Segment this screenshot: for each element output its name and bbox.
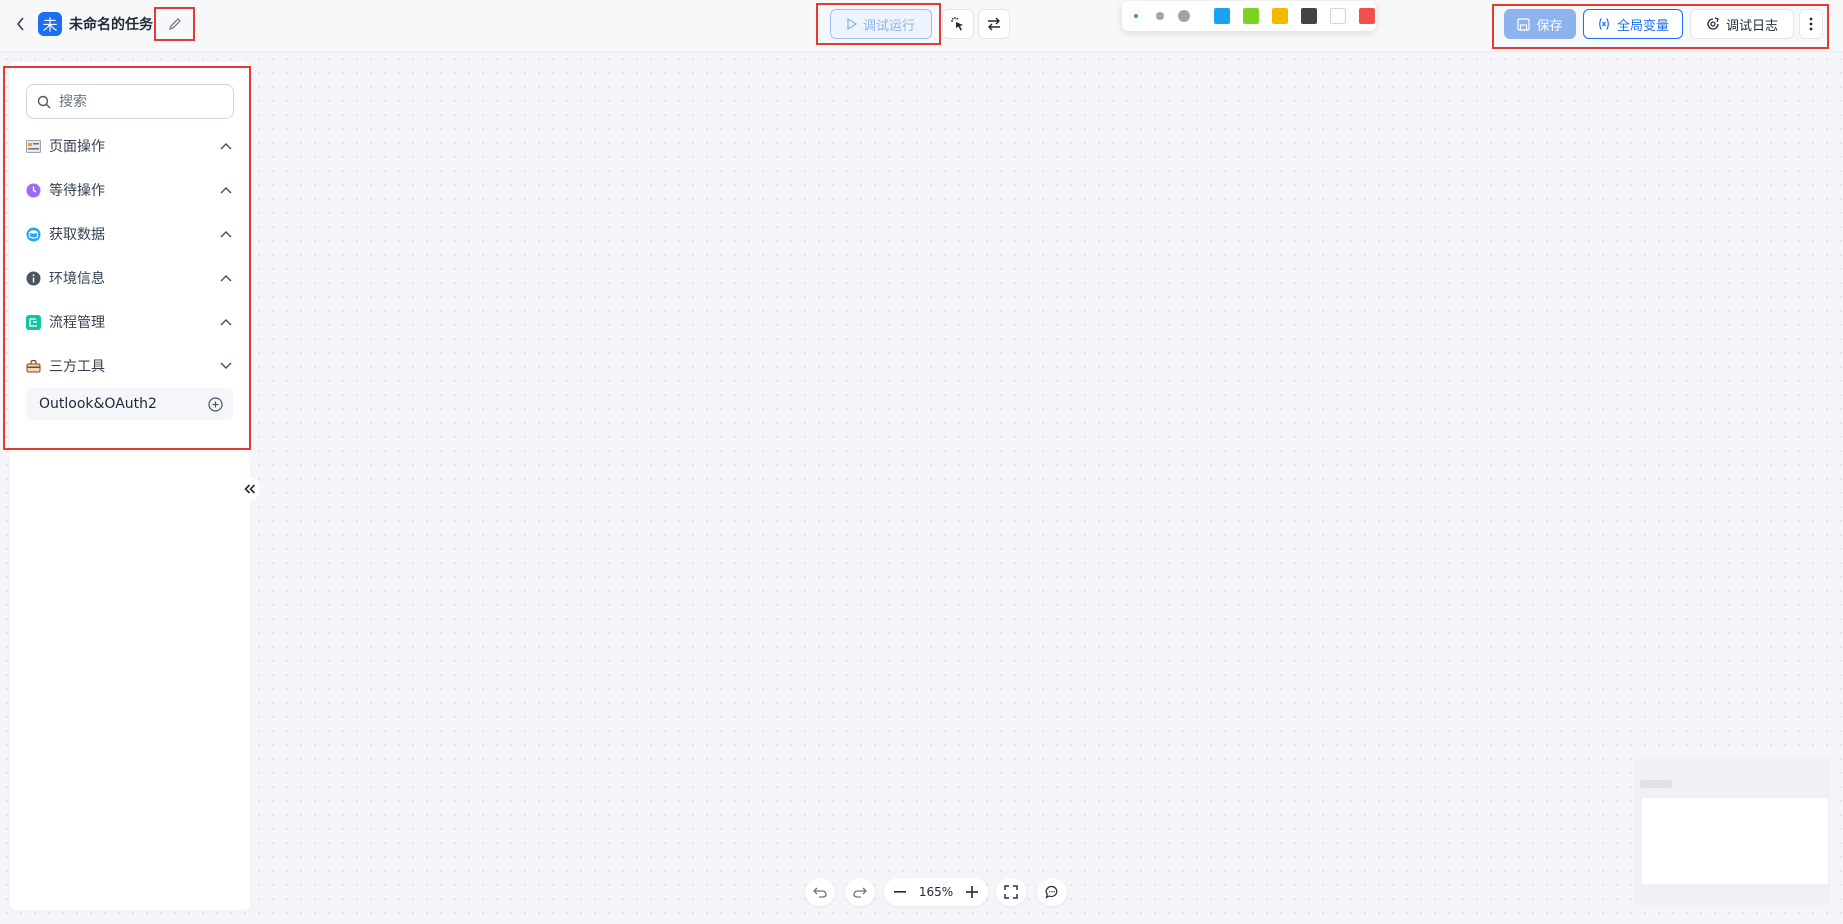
color-swatch-white[interactable] [1330, 8, 1346, 24]
global-variables-button[interactable]: 全局变量 [1583, 9, 1683, 39]
save-icon [1517, 17, 1531, 31]
debug-log-label: 调试日志 [1725, 18, 1778, 34]
color-swatch-green[interactable] [1243, 8, 1259, 24]
minimap-viewport[interactable] [1642, 798, 1828, 884]
save-label: 保存 [1536, 18, 1563, 34]
chevron-up-icon[interactable] [218, 314, 234, 330]
add-circle-icon[interactable] [203, 392, 227, 416]
fit-view-button[interactable] [996, 878, 1026, 906]
search-icon [37, 95, 51, 108]
wait-ops-icon [26, 183, 41, 198]
variable-icon [1599, 18, 1609, 30]
env-info-icon [26, 271, 41, 286]
minimap[interactable] [1634, 758, 1830, 906]
plus-icon [966, 886, 978, 898]
category-page-ops[interactable]: 页面操作 [26, 133, 234, 159]
category-label: 页面操作 [49, 139, 105, 155]
swap-arrows-icon [988, 17, 1000, 31]
color-swatch-red[interactable] [1359, 8, 1375, 24]
category-wait-ops[interactable]: 等待操作 [26, 177, 234, 203]
stroke-size-large[interactable] [1178, 10, 1190, 22]
more-options-button[interactable] [1799, 9, 1823, 39]
undo-icon [813, 887, 827, 898]
swap-direction-button[interactable] [978, 9, 1010, 39]
third-party-tools-icon [26, 359, 41, 374]
category-label: 流程管理 [49, 315, 105, 331]
log-icon [1707, 17, 1719, 30]
search-input[interactable] [59, 93, 219, 110]
edit-title-button[interactable] [154, 7, 195, 41]
cursor-click-icon [951, 17, 963, 31]
zoom-level: 165% [918, 885, 954, 899]
debug-run-label: 调试运行 [862, 18, 915, 34]
undo-button[interactable] [805, 878, 835, 906]
task-avatar: 未 [38, 12, 62, 36]
category-label: 三方工具 [49, 359, 105, 375]
flow-mgmt-icon [26, 314, 41, 330]
comment-button[interactable] [1037, 878, 1067, 906]
back-button[interactable] [10, 12, 32, 36]
flow-canvas[interactable] [0, 52, 1843, 924]
stroke-size-medium[interactable] [1156, 12, 1164, 20]
search-box[interactable] [26, 84, 234, 119]
pencil-icon [168, 18, 181, 30]
redo-button[interactable] [845, 878, 875, 906]
category-label: 环境信息 [49, 271, 105, 287]
chevron-up-icon[interactable] [218, 182, 234, 198]
global-variables-label: 全局变量 [1616, 18, 1669, 34]
page-ops-icon [26, 139, 41, 154]
stroke-size-small[interactable] [1134, 14, 1138, 18]
save-button[interactable]: 保存 [1504, 9, 1576, 39]
fetch-data-icon [26, 227, 41, 242]
collapse-sidebar-button[interactable] [240, 478, 260, 500]
chevron-up-icon[interactable] [218, 138, 234, 154]
category-env-info[interactable]: 环境信息 [26, 265, 234, 291]
fullscreen-icon [1004, 885, 1018, 899]
more-vertical-icon [1809, 17, 1813, 31]
category-flow-mgmt[interactable]: 流程管理 [26, 309, 234, 335]
task-title: 未命名的任务 [69, 17, 153, 33]
category-fetch-data[interactable]: 获取数据 [26, 221, 234, 247]
chevron-left-icon [16, 17, 24, 31]
tool-item-outlook-oauth2[interactable]: Outlook&OAuth2 [26, 388, 233, 420]
color-palette [1122, 1, 1376, 31]
pointer-select-button[interactable] [942, 9, 974, 39]
category-label: 等待操作 [49, 183, 105, 199]
color-swatch-yellow[interactable] [1272, 8, 1288, 24]
redo-icon [853, 887, 867, 898]
double-chevron-left-icon [244, 484, 256, 494]
chevron-down-icon[interactable] [218, 358, 234, 374]
zoom-control: 165% [884, 878, 988, 906]
debug-log-button[interactable]: 调试日志 [1690, 9, 1794, 39]
tool-item-label: Outlook&OAuth2 [39, 396, 157, 412]
category-label: 获取数据 [49, 227, 105, 243]
chat-bubble-icon [1045, 885, 1058, 899]
minus-icon [894, 891, 906, 893]
zoom-out-button[interactable] [890, 882, 910, 902]
chevron-up-icon[interactable] [218, 270, 234, 286]
color-swatch-blue[interactable] [1214, 8, 1230, 24]
debug-run-button[interactable]: 调试运行 [830, 9, 932, 39]
category-third-party-tools[interactable]: 三方工具 [26, 353, 234, 379]
minimap-node [1640, 780, 1672, 788]
zoom-in-button[interactable] [962, 882, 982, 902]
color-swatch-dark[interactable] [1301, 8, 1317, 24]
play-icon [847, 18, 857, 30]
chevron-up-icon[interactable] [218, 226, 234, 242]
